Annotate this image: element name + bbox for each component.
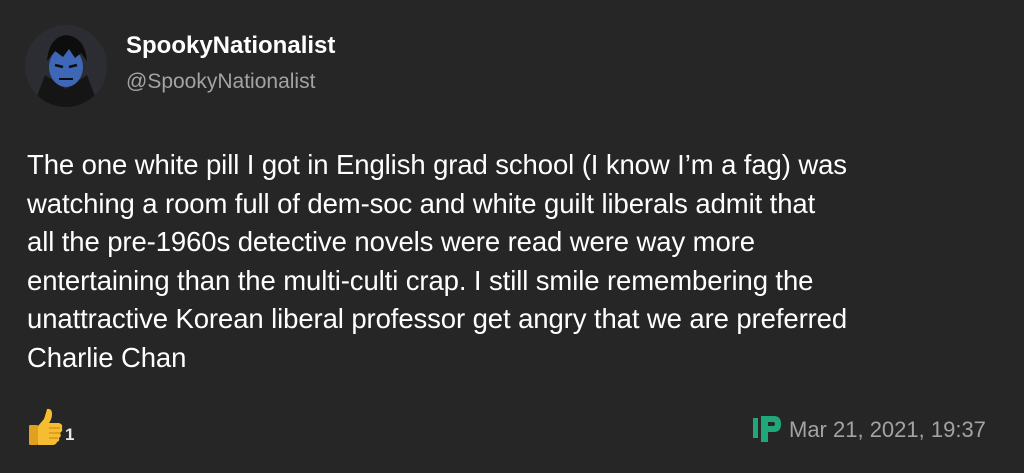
like-count: 1 (65, 425, 75, 444)
author-handle[interactable]: @SpookyNationalist (126, 70, 315, 94)
author-display-name[interactable]: SpookyNationalist (126, 32, 335, 60)
post-timestamp[interactable]: Mar 21, 2021, 19:37 (789, 417, 986, 443)
post-text-line: watching a room full of dem-soc and whit… (27, 187, 816, 219)
post-text-line: Charlie Chan (27, 341, 187, 373)
author-avatar[interactable] (25, 25, 107, 107)
post-text-line: unattractive Korean liberal professor ge… (27, 303, 848, 334)
post-text-line: The one white pill I got in English grad… (27, 149, 847, 180)
cartoon-vampire-avatar-icon (25, 25, 107, 107)
post-text-line: entertaining than the multi-culti crap. … (27, 264, 814, 296)
post-text-line: all the pre-1960s detective novels were … (27, 226, 755, 257)
parler-logo-icon (752, 414, 782, 444)
post-body: The one white pill I got in English grad… (27, 146, 1012, 377)
thumbs-up-icon[interactable] (28, 407, 64, 447)
